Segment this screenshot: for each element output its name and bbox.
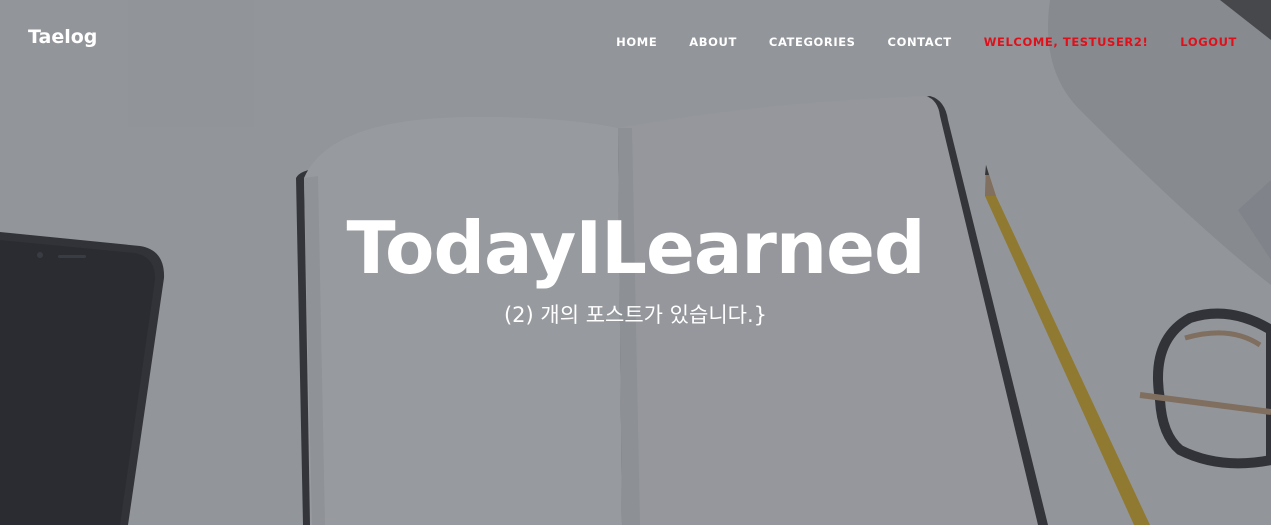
site-heading: TodayILearned (2) 개의 포스트가 있습니다.}: [0, 196, 1271, 330]
nav-link-welcome-user[interactable]: WELCOME, TESTUSER2!: [984, 35, 1149, 49]
nav-item-welcome: WELCOME, TESTUSER2!: [984, 31, 1149, 50]
navbar: Taelog HOME ABOUT CATEGORIES CONTACT WEL…: [0, 0, 1271, 76]
nav-item-categories: CATEGORIES: [769, 31, 856, 50]
nav-item-about: ABOUT: [689, 31, 737, 50]
post-count-subheading: (2) 개의 포스트가 있습니다.}: [503, 303, 767, 327]
site-title: TodayILearned: [346, 206, 925, 290]
nav-link-about[interactable]: ABOUT: [689, 35, 737, 49]
nav-menu: HOME ABOUT CATEGORIES CONTACT WELCOME, T…: [584, 31, 1237, 50]
nav-link-contact[interactable]: CONTACT: [888, 35, 952, 49]
nav-link-home[interactable]: HOME: [616, 35, 657, 49]
nav-link-logout[interactable]: LOGOUT: [1180, 35, 1237, 49]
hero-header: Taelog HOME ABOUT CATEGORIES CONTACT WEL…: [0, 0, 1271, 525]
nav-item-home: HOME: [616, 31, 657, 50]
brand-link[interactable]: Taelog: [28, 26, 97, 48]
nav-item-contact: CONTACT: [888, 31, 952, 50]
nav-item-logout: LOGOUT: [1180, 31, 1237, 50]
nav-link-categories[interactable]: CATEGORIES: [769, 35, 856, 49]
